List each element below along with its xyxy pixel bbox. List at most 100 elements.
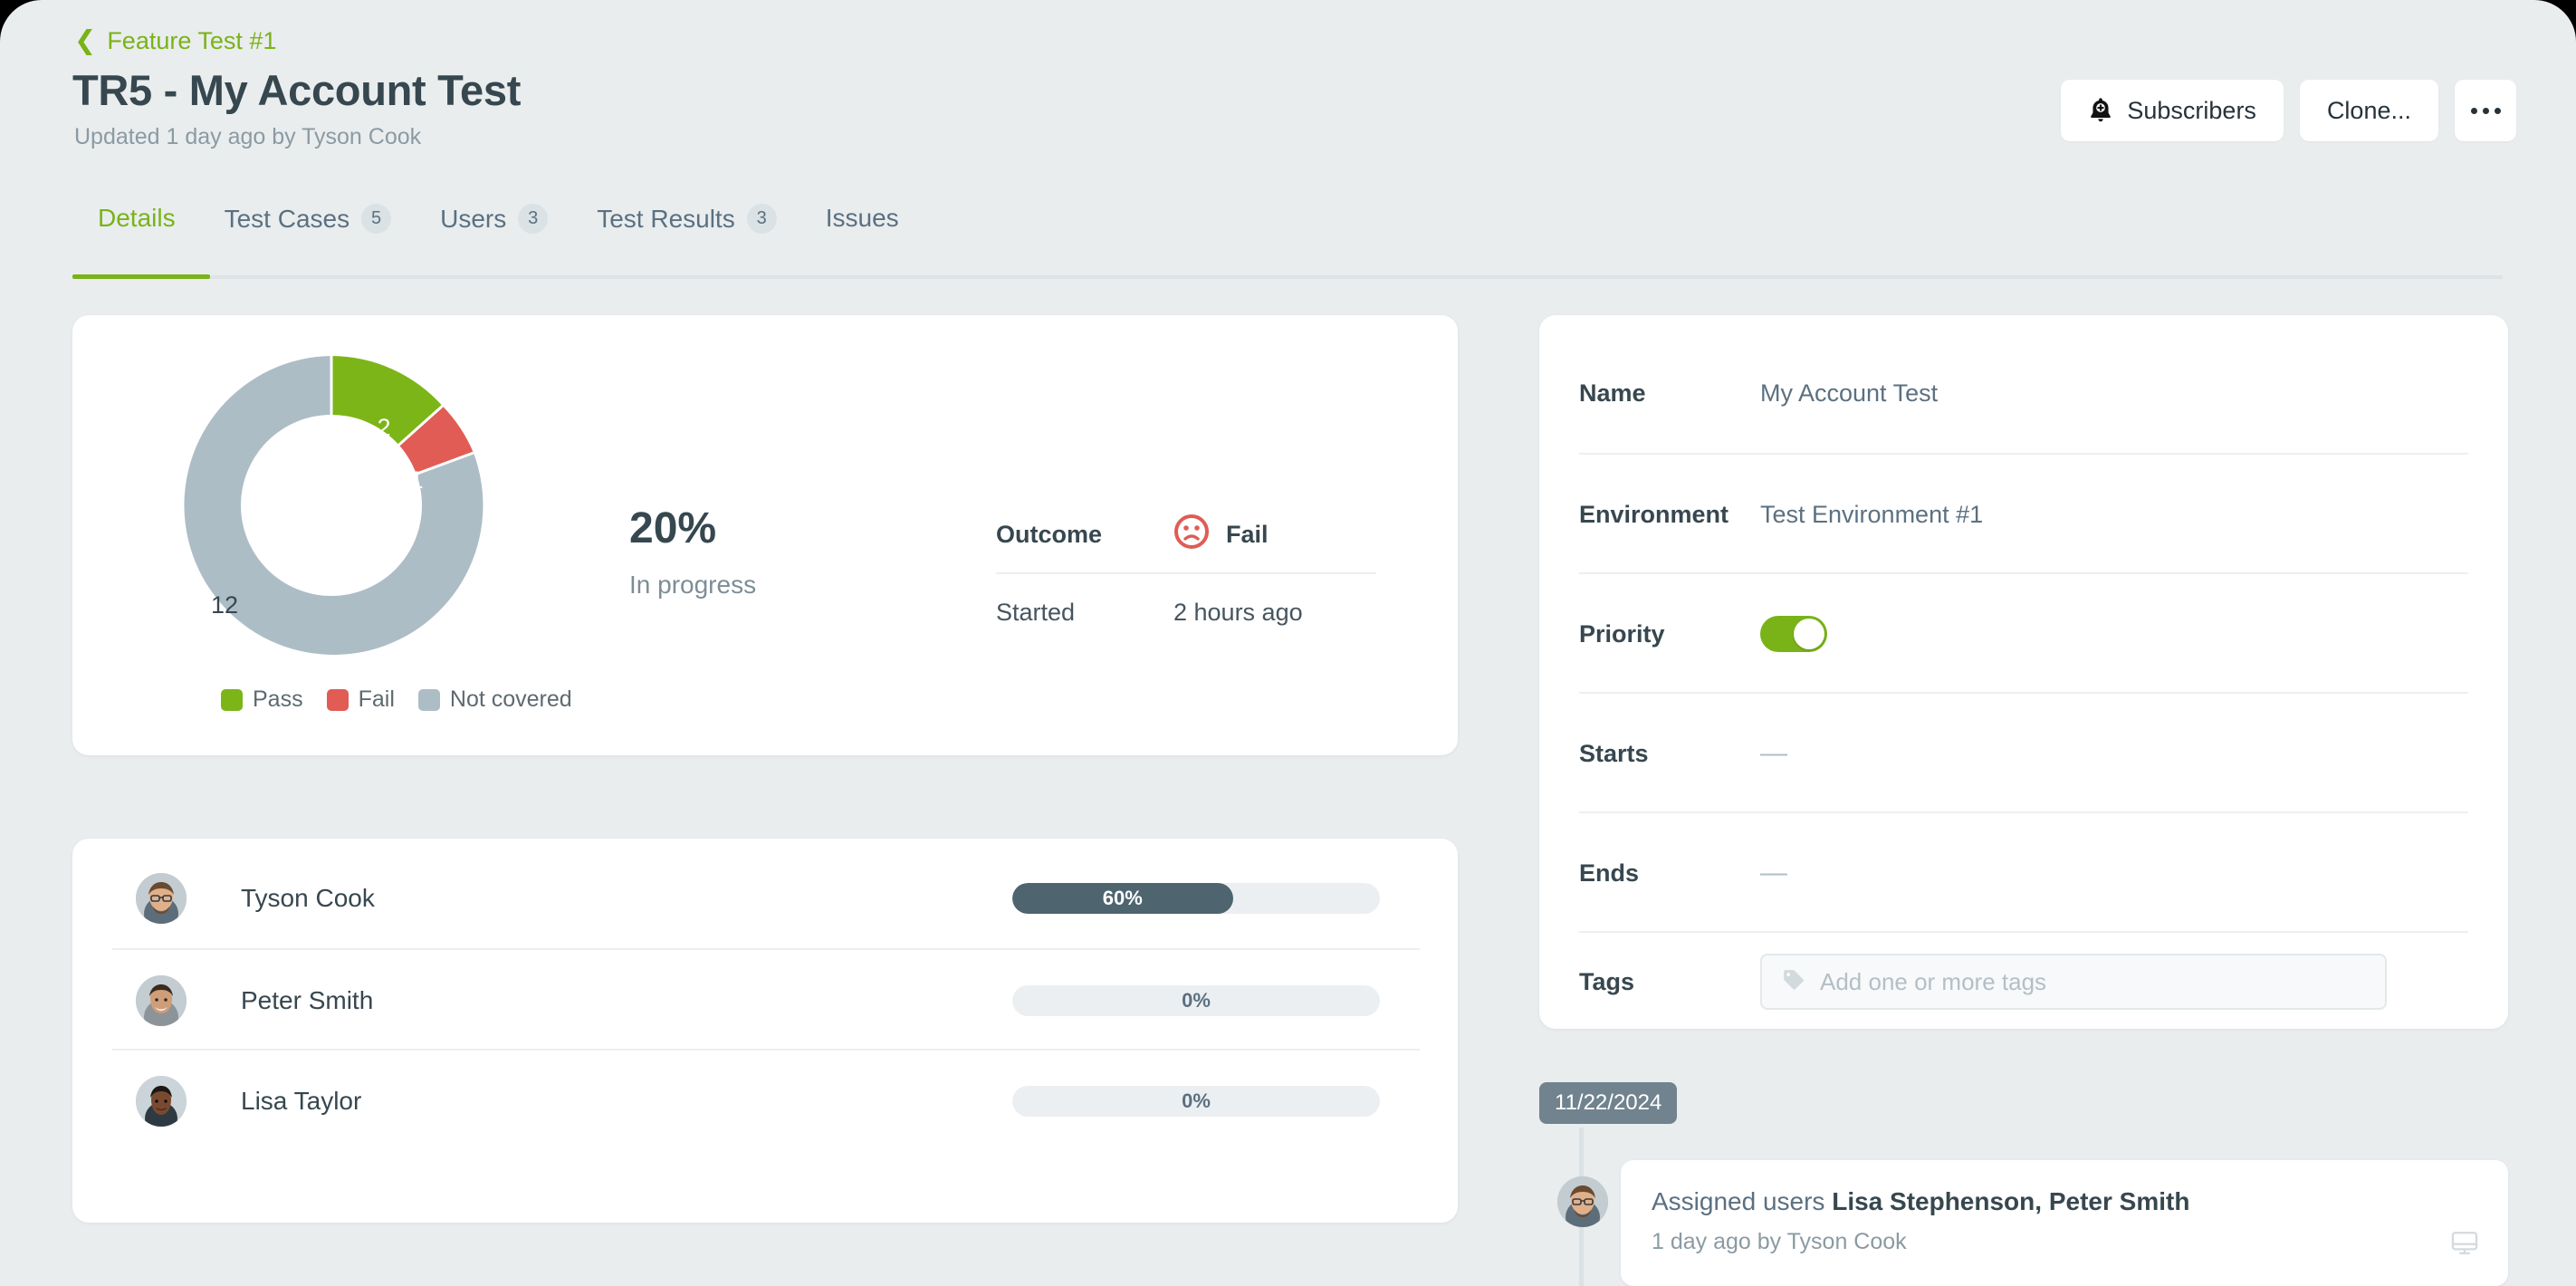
tab-label: Users [440, 204, 507, 233]
tab-test-results[interactable]: Test Results 3 [572, 204, 801, 252]
started-row: Started 2 hours ago [996, 574, 1376, 650]
progress-percent: 20% [629, 504, 717, 552]
tab-count-badge: 3 [746, 204, 777, 234]
tab-test-cases[interactable]: Test Cases 5 [200, 204, 417, 252]
legend-item-pass: Pass [221, 686, 303, 713]
page-subtitle: Updated 1 day ago by Tyson Cook [74, 124, 422, 149]
chart-legend: Pass Fail Not covered [221, 686, 572, 713]
detail-row-starts: Starts — [1579, 692, 2468, 813]
progress-summary: 20% In progress [629, 507, 756, 600]
detail-label: Environment [1579, 500, 1729, 528]
tab-label: Test Cases [224, 204, 350, 233]
donut-slice-value-not-covered: 12 [211, 591, 238, 619]
progress-status: In progress [629, 571, 757, 599]
user-progress-bar: 0% [1012, 1085, 1380, 1117]
detail-row-priority: Priority [1579, 572, 2468, 694]
donut-slice-value-pass: 2 [377, 414, 390, 441]
progress-label: 60% [1102, 886, 1143, 909]
more-options-button[interactable] [2455, 80, 2516, 141]
outcome-row: Outcome Fail [996, 496, 1376, 574]
tag-icon [1782, 968, 1805, 996]
tab-label: Details [98, 204, 176, 232]
legend-swatch-fail [326, 688, 349, 711]
page-title: TR5 - My Account Test [72, 66, 522, 114]
detail-value[interactable]: My Account Test [1760, 379, 1938, 408]
summary-card: 2 1 12 Pass Fail Not covered 20% In prog… [72, 315, 1458, 755]
clone-button[interactable]: Clone... [2299, 80, 2438, 141]
breadcrumb[interactable]: ❮ Feature Test #1 [74, 27, 276, 55]
detail-value[interactable]: Test Environment #1 [1760, 501, 1983, 529]
legend-swatch-pass [221, 688, 243, 711]
user-name: Tyson Cook [241, 883, 375, 912]
user-name: Lisa Taylor [241, 1086, 362, 1115]
app-viewport: ❮ Feature Test #1 TR5 - My Account Test … [0, 0, 2576, 1286]
started-value: 2 hours ago [1173, 598, 1303, 626]
tab-details[interactable]: Details [72, 204, 200, 251]
header-actions: Subscribers Clone... [2061, 80, 2516, 141]
tab-label: Test Results [597, 204, 735, 233]
table-row[interactable]: Tyson Cook 60% [112, 848, 1420, 948]
outcome-value: Fail [1226, 520, 1269, 548]
avatar [136, 872, 187, 924]
coverage-donut-chart: 2 1 12 [170, 344, 493, 667]
tab-count-badge: 3 [518, 204, 549, 234]
activity-action-text: Assigned users [1652, 1187, 1833, 1215]
details-card: Name My Account Test Environment Test En… [1539, 315, 2508, 1029]
activity-meta: 1 day ago by Tyson Cook [1652, 1229, 1907, 1254]
detail-label: Name [1579, 379, 1646, 407]
sad-face-icon [1173, 513, 1210, 556]
activity-users: Lisa Stephenson, Peter Smith [1832, 1187, 2190, 1215]
legend-label: Not covered [449, 686, 572, 712]
table-row[interactable]: Peter Smith 0% [112, 948, 1420, 1051]
tab-bar: Details Test Cases 5 Users 3 Test Result… [72, 204, 2504, 262]
detail-row-tags: Tags Add one or more tags [1579, 931, 2468, 1031]
tab-active-indicator [72, 274, 210, 279]
user-progress-bar: 0% [1012, 984, 1380, 1016]
legend-item-not-covered: Not covered [417, 686, 572, 713]
avatar [1557, 1176, 1608, 1227]
outcome-value-group: Fail [1173, 513, 1269, 556]
detail-row-ends: Ends — [1579, 811, 2468, 933]
legend-swatch-not-covered [417, 688, 440, 711]
chevron-left-icon: ❮ [74, 26, 97, 55]
detail-label: Ends [1579, 859, 1640, 887]
tab-users[interactable]: Users 3 [416, 204, 572, 252]
detail-value[interactable]: — [1760, 858, 1787, 888]
tab-count-badge: 5 [361, 204, 392, 234]
user-progress-bar: 60% [1012, 882, 1380, 914]
table-row[interactable]: Lisa Taylor 0% [112, 1049, 1420, 1151]
started-label: Started [996, 598, 1076, 626]
page-header: ❮ Feature Test #1 TR5 - My Account Test … [0, 0, 2576, 217]
user-name: Peter Smith [241, 985, 374, 1014]
detail-value[interactable]: — [1760, 738, 1787, 769]
tags-input[interactable]: Add one or more tags [1760, 954, 2387, 1010]
progress-label: 0% [1182, 988, 1211, 1012]
ellipsis-icon [2470, 107, 2501, 114]
avatar [136, 974, 187, 1026]
detail-label: Priority [1579, 619, 1665, 648]
monitor-icon [2450, 1229, 2479, 1262]
priority-toggle[interactable] [1760, 616, 1827, 652]
outcome-label: Outcome [996, 520, 1103, 548]
activity-entry-card[interactable]: Assigned users Lisa Stephenson, Peter Sm… [1621, 1160, 2508, 1286]
progress-label: 0% [1182, 1089, 1211, 1112]
donut-slice-value-fail: 1 [409, 466, 423, 494]
assigned-users-card: Tyson Cook 60% Peter Smith 0% Lisa Taylo… [72, 839, 1458, 1223]
legend-item-fail: Fail [326, 686, 395, 713]
breadcrumb-label: Feature Test #1 [107, 27, 277, 54]
subscribers-label: Subscribers [2127, 96, 2256, 124]
activity-title: Assigned users Lisa Stephenson, Peter Sm… [1652, 1187, 2477, 1216]
activity-timeline: 11/22/2024 Assigned users Lisa Stephenso… [1539, 1082, 2508, 1286]
tab-label: Issues [825, 204, 899, 232]
tab-issues[interactable]: Issues [801, 204, 924, 251]
tab-divider [72, 275, 2503, 279]
detail-row-environment: Environment Test Environment #1 [1579, 453, 2468, 574]
detail-label: Starts [1579, 739, 1649, 767]
activity-date-badge: 11/22/2024 [1539, 1082, 1678, 1124]
avatar [136, 1075, 187, 1127]
toggle-knob [1794, 619, 1824, 649]
clone-label: Clone... [2326, 96, 2411, 124]
subscribers-button[interactable]: Subscribers [2061, 80, 2284, 141]
detail-label: Tags [1579, 967, 1635, 995]
detail-row-name: Name My Account Test [1579, 333, 2468, 453]
